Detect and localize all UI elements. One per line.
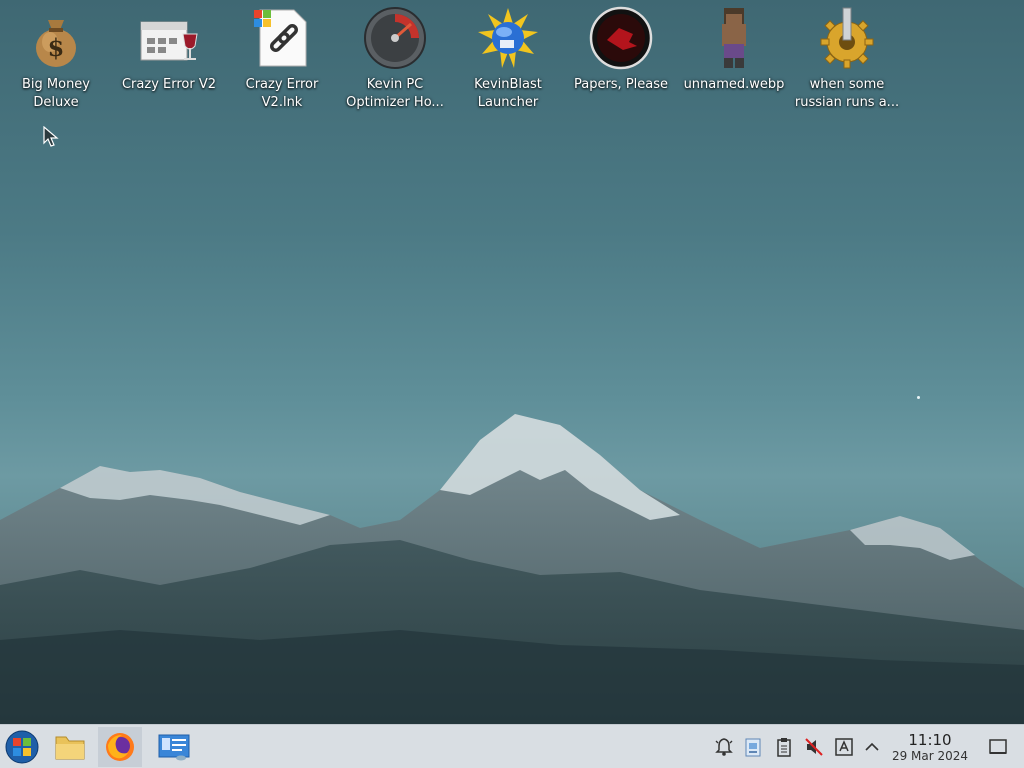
clipboard-button[interactable] bbox=[773, 736, 795, 758]
speedometer-icon bbox=[364, 7, 426, 69]
volume-button[interactable] bbox=[803, 736, 825, 758]
start-menu-button[interactable] bbox=[0, 727, 44, 767]
expand-tray-button[interactable] bbox=[861, 736, 883, 758]
window-wine-icon bbox=[140, 21, 198, 61]
control-panel-icon bbox=[158, 734, 190, 761]
notifications-icon bbox=[715, 738, 733, 756]
taskbar: 11:10 29 Mar 2024 bbox=[0, 724, 1024, 768]
star bbox=[917, 396, 920, 399]
firefox-icon bbox=[106, 733, 134, 761]
shortcut-link-icon bbox=[254, 9, 307, 67]
clock-time: 11:10 bbox=[908, 731, 952, 749]
show-desktop-button[interactable] bbox=[987, 736, 1009, 758]
clock-date: 29 Mar 2024 bbox=[891, 749, 969, 763]
input-method-icon bbox=[835, 738, 853, 756]
desktop-icon-kevinblast-launcher[interactable]: KevinBlast Launcher bbox=[453, 6, 563, 112]
windows-orb-icon bbox=[5, 730, 39, 764]
clipboard-icon bbox=[777, 738, 791, 757]
gear-icon bbox=[820, 7, 874, 69]
desktop-icon-grid: $ Big Money Deluxe Crazy Error V2 Crazy … bbox=[0, 0, 1024, 140]
icon-label: Big Money Deluxe bbox=[21, 77, 90, 110]
svg-text:$: $ bbox=[48, 33, 65, 62]
file-manager-button[interactable] bbox=[48, 727, 92, 767]
desktop-icon-when-some-russian-runs[interactable]: when some russian runs a... bbox=[792, 6, 902, 112]
icon-label: Crazy Error V2 bbox=[121, 77, 217, 92]
show-desktop-icon bbox=[989, 739, 1007, 754]
firefox-taskbar-button[interactable] bbox=[98, 727, 142, 767]
notifications-button[interactable] bbox=[713, 736, 735, 758]
icon-label: KevinBlast Launcher bbox=[474, 77, 542, 110]
desktop-icon-crazy-error-v2[interactable]: Crazy Error V2 bbox=[114, 6, 224, 94]
icon-label: Papers, Please bbox=[573, 77, 669, 92]
clock[interactable]: 11:10 29 Mar 2024 bbox=[884, 731, 976, 763]
clipboard-doc-icon bbox=[745, 738, 761, 757]
system-settings-button[interactable] bbox=[152, 727, 196, 767]
icon-label: Crazy Error V2.lnk bbox=[245, 77, 319, 110]
desktop-background[interactable]: $ Big Money Deluxe Crazy Error V2 Crazy … bbox=[0, 0, 1024, 724]
folder-icon bbox=[55, 736, 85, 760]
papers-please-icon bbox=[589, 6, 653, 70]
input-method-button[interactable] bbox=[833, 736, 855, 758]
sun-disc-icon bbox=[478, 8, 538, 68]
volume-muted-icon bbox=[805, 738, 823, 756]
mouse-pointer-icon bbox=[43, 126, 59, 147]
desktop-icon-papers-please[interactable]: Papers, Please bbox=[566, 6, 676, 94]
desktop-icon-big-money-deluxe[interactable]: $ Big Money Deluxe bbox=[1, 6, 111, 112]
expand-tray-icon bbox=[865, 742, 879, 751]
icon-label: unnamed.webp bbox=[683, 77, 785, 92]
money-bag-icon: $ bbox=[36, 20, 76, 67]
desktop-icon-unnamed-webp[interactable]: unnamed.webp bbox=[679, 6, 789, 94]
pixel-character-icon bbox=[722, 8, 746, 68]
icon-label: when some russian runs a... bbox=[794, 77, 900, 110]
clipboard-doc-button[interactable] bbox=[742, 736, 764, 758]
desktop-icon-crazy-error-v2-lnk[interactable]: Crazy Error V2.lnk bbox=[227, 6, 337, 112]
icon-label: Kevin PC Optimizer Ho... bbox=[346, 77, 444, 110]
desktop-icon-kevin-pc-optimizer[interactable]: Kevin PC Optimizer Ho... bbox=[340, 6, 450, 112]
